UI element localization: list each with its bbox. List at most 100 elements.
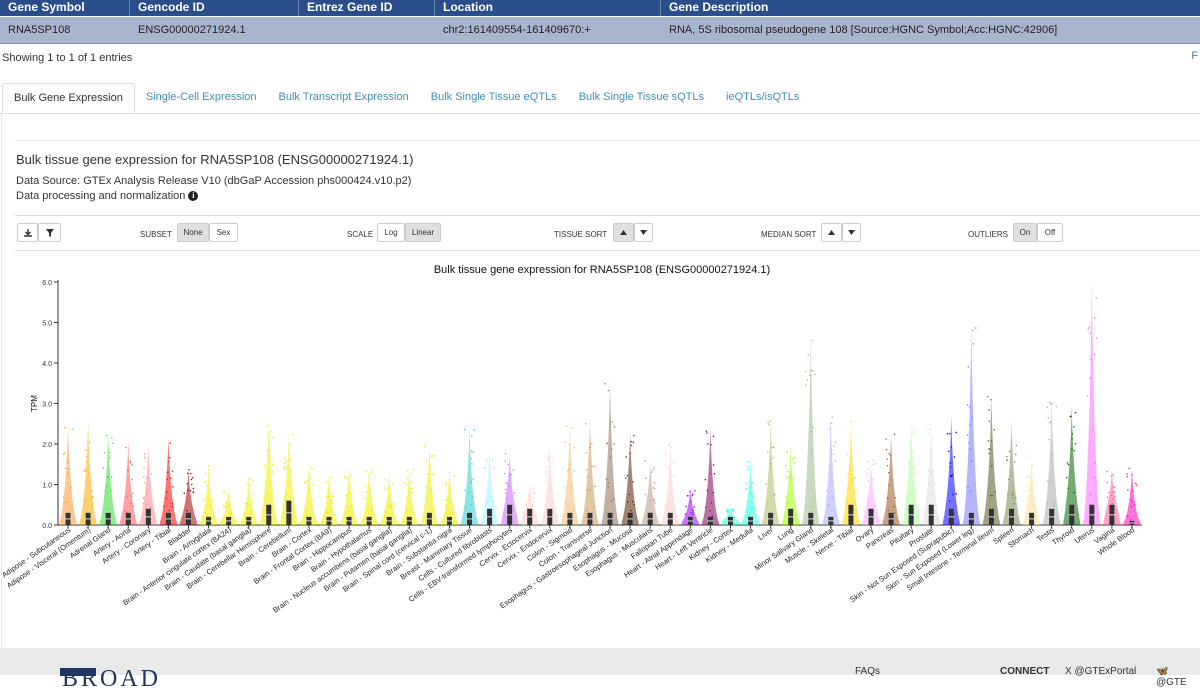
outliers-label: OUTLIERS [968, 230, 1009, 239]
table-row[interactable]: RNA5SP108 ENSG00000271924.1 chr2:1614095… [0, 17, 1200, 44]
outlier-point [91, 504, 94, 507]
outlier-point [202, 499, 205, 502]
outlier-point [1130, 474, 1133, 476]
outlier-point [834, 441, 837, 444]
outlier-point [650, 471, 653, 474]
outlier-point [383, 510, 386, 512]
outlier-point [727, 514, 729, 517]
median-sort-asc-button[interactable] [821, 223, 842, 242]
outlier-point [886, 464, 889, 467]
col-gene-symbol[interactable]: Gene Symbol [0, 0, 130, 16]
cell-gencode-id: ENSG00000271924.1 [138, 24, 246, 36]
y-tick-label: 2.0 [42, 442, 52, 449]
outlier-point [551, 469, 553, 471]
outlier-point [392, 482, 394, 485]
right-edge-link[interactable]: F [1191, 50, 1198, 62]
outlier-point [607, 485, 610, 488]
outlier-point [470, 450, 473, 452]
download-icon[interactable] [17, 223, 38, 242]
outlier-point [831, 416, 834, 418]
tab-single-cell-expression[interactable]: Single-Cell Expression [135, 83, 268, 113]
bluesky-social-link[interactable]: 🦋 @GTE [1156, 666, 1200, 688]
col-entrez-gene-id[interactable]: Entrez Gene ID [299, 0, 435, 16]
y-axis-label: TPM [30, 395, 39, 412]
outlier-point [785, 496, 787, 498]
outlier-point [192, 487, 195, 490]
outlier-point [84, 470, 87, 473]
outlier-point [632, 481, 634, 483]
outlier-point [189, 472, 192, 475]
outlier-point [624, 477, 627, 479]
violin [79, 419, 97, 525]
x-social-link[interactable]: X @GTExPortal [1065, 666, 1136, 677]
outlier-point [613, 498, 615, 501]
outlier-point [912, 472, 914, 474]
outlier-point [610, 448, 613, 450]
outlier-point [705, 430, 708, 432]
tab-bulk-transcript-expression[interactable]: Bulk Transcript Expression [268, 83, 420, 113]
cell-location: chr2:161409554-161409670:+ [443, 24, 591, 36]
outlier-point [230, 514, 232, 516]
outliers-on-button[interactable]: On [1013, 223, 1037, 242]
outlier-point [150, 473, 153, 475]
median-sort-desc-button[interactable] [842, 223, 861, 242]
outlier-point [191, 476, 194, 479]
tab-bulk-single-tissue-sqtls[interactable]: Bulk Single Tissue sQTLs [568, 83, 715, 113]
outlier-point [565, 425, 568, 427]
subset-sex-button[interactable]: Sex [209, 223, 238, 242]
outlier-point [405, 497, 408, 499]
scale-linear-button[interactable]: Linear [405, 223, 441, 242]
outlier-point [143, 453, 146, 455]
outlier-point [947, 450, 950, 453]
filter-icon[interactable] [38, 223, 61, 242]
outlier-point [631, 500, 634, 503]
outlier-point [266, 424, 269, 427]
outlier-point [749, 507, 752, 510]
outlier-point [1049, 401, 1051, 404]
outlier-point [472, 451, 475, 453]
outlier-point [747, 465, 749, 468]
outlier-point [505, 488, 507, 491]
outlier-point [546, 470, 549, 472]
outlier-point [392, 505, 395, 507]
outlier-point [471, 495, 474, 498]
tab-bulk-single-tissue-eqtls[interactable]: Bulk Single Tissue eQTLs [420, 83, 568, 113]
outlier-point [794, 456, 796, 459]
outlier-point [872, 460, 875, 462]
faqs-link[interactable]: FAQs [855, 666, 880, 677]
col-location[interactable]: Location [435, 0, 661, 16]
footer: BROAD FAQs CONNECT X @GTExPortal 🦋 @GTE [0, 648, 1200, 692]
outlier-point [510, 473, 512, 476]
outlier-point [1011, 492, 1014, 494]
subset-none-button[interactable]: None [177, 223, 209, 242]
info-icon[interactable]: i [188, 191, 199, 201]
violin [420, 444, 438, 525]
outliers-off-button[interactable]: Off [1037, 223, 1063, 242]
outlier-point [571, 427, 574, 429]
outlier-point [110, 476, 113, 479]
outlier-point [633, 434, 635, 437]
outlier-point [712, 464, 715, 466]
outlier-point [410, 473, 412, 475]
col-gene-description[interactable]: Gene Description [661, 0, 1200, 16]
outlier-point [1027, 484, 1029, 486]
outlier-point [531, 505, 533, 508]
outlier-point [572, 509, 575, 511]
outlier-point [350, 505, 353, 508]
tab-ieqtls-isqtls[interactable]: ieQTLs/isQTLs [715, 83, 810, 113]
outlier-point [568, 463, 571, 466]
outlier-point [872, 463, 874, 466]
outlier-point [694, 490, 696, 492]
tissue-sort-asc-button[interactable] [613, 223, 634, 242]
tab-bulk-gene-expression[interactable]: Bulk Gene Expression [2, 83, 135, 113]
outlier-point [1108, 491, 1110, 494]
outlier-point [371, 507, 373, 510]
violin [962, 326, 980, 525]
tissue-sort-desc-button[interactable] [634, 223, 653, 242]
outlier-point [990, 494, 992, 497]
outlier-point [732, 508, 734, 511]
col-gencode-id[interactable]: Gencode ID [130, 0, 299, 16]
outlier-point [774, 493, 776, 495]
scale-log-button[interactable]: Log [377, 223, 405, 242]
outlier-point [1074, 411, 1077, 414]
